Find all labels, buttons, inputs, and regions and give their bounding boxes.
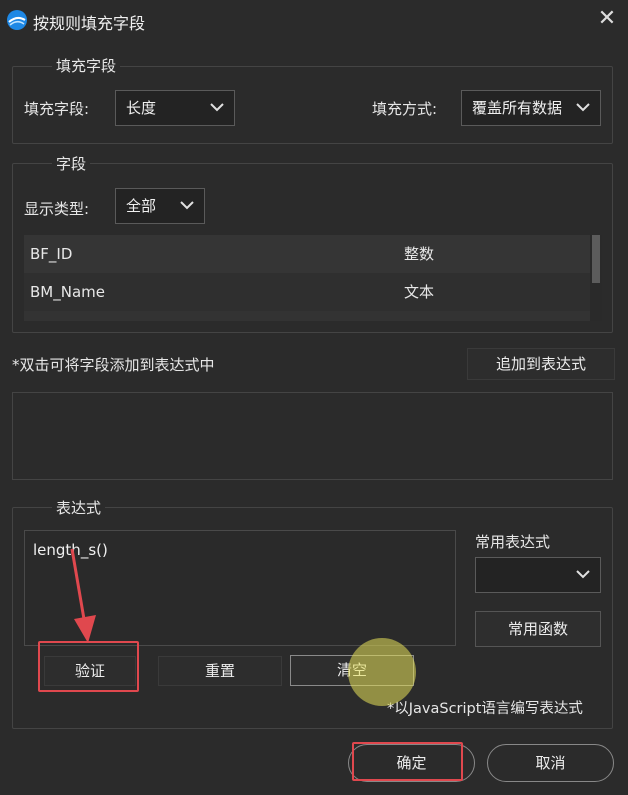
app-logo-icon: [6, 9, 28, 31]
common-expression-select[interactable]: [475, 557, 601, 593]
field-group-title: 字段: [52, 153, 91, 174]
field-name: BM_Name: [30, 283, 105, 301]
fill-field-value: 长度: [126, 99, 157, 117]
chevron-down-icon: [180, 189, 196, 223]
chevron-down-icon: [576, 91, 592, 125]
clear-button[interactable]: 清空: [290, 655, 414, 686]
table-row[interactable]: BF_ID 整数: [24, 235, 590, 273]
close-icon[interactable]: ✕: [594, 6, 620, 32]
reset-button[interactable]: 重置: [158, 656, 282, 686]
display-type-value: 全部: [126, 197, 157, 215]
fill-field-select[interactable]: 长度: [115, 90, 235, 126]
expression-group-title: 表达式: [52, 497, 106, 518]
fill-field-label: 填充字段:: [24, 100, 90, 118]
common-functions-button[interactable]: 常用函数: [475, 611, 601, 647]
field-values-panel: [12, 392, 613, 480]
field-type: 整数: [404, 245, 435, 263]
append-to-expression-button[interactable]: 追加到表达式: [467, 348, 615, 380]
field-table: BF_ID 整数 BM_Name 文本: [24, 235, 602, 321]
fill-field-group-title: 填充字段: [52, 55, 121, 76]
scrollbar-thumb[interactable]: [592, 235, 600, 283]
fill-mode-label: 填充方式:: [372, 100, 438, 118]
chevron-down-icon: [210, 91, 226, 125]
table-scrollbar[interactable]: [590, 235, 602, 321]
display-type-label: 显示类型:: [24, 200, 90, 218]
validate-button[interactable]: 验证: [44, 656, 136, 686]
fill-mode-value: 覆盖所有数据: [472, 99, 563, 117]
cancel-button[interactable]: 取消: [487, 744, 614, 782]
fill-mode-select[interactable]: 覆盖所有数据: [461, 90, 601, 126]
expression-input[interactable]: length_s(): [24, 530, 456, 646]
table-row[interactable]: BM_Name 文本: [24, 273, 590, 311]
expression-text: length_s(): [33, 541, 108, 559]
javascript-note: *以JavaScript语言编写表达式: [387, 701, 583, 717]
field-type: 文本: [404, 283, 435, 301]
chevron-down-icon: [576, 558, 592, 592]
window-title: 按规则填充字段: [33, 14, 146, 33]
display-type-select[interactable]: 全部: [115, 188, 205, 224]
double-click-hint: *双击可将字段添加到表达式中: [12, 356, 215, 374]
ok-button[interactable]: 确定: [348, 744, 475, 782]
common-expression-label: 常用表达式: [475, 533, 551, 551]
field-name: BF_ID: [30, 245, 73, 263]
